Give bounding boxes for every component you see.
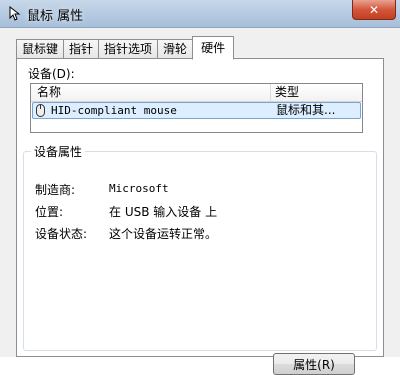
close-icon: ✕	[368, 2, 380, 17]
list-item[interactable]: HID-compliant mouse 鼠标和其...	[32, 102, 361, 119]
manufacturer-label: 制造商:	[35, 183, 76, 197]
tab-wheel[interactable]: 滑轮	[158, 39, 194, 58]
devices-label: 设备(D):	[28, 67, 75, 81]
title-bar[interactable]: 鼠标 属性 ✕	[0, 0, 400, 28]
hardware-panel: 设备(D): 名称 类型 HID-compliant mouse 鼠标和其...…	[16, 58, 384, 375]
manufacturer-value: Microsoft	[109, 182, 169, 195]
location-value: 在 USB 输入设备 上	[109, 205, 218, 219]
tab-buttons[interactable]: 鼠标键	[16, 39, 65, 58]
location-label: 位置:	[35, 205, 64, 219]
device-name: HID-compliant mouse	[51, 104, 177, 117]
device-type: 鼠标和其...	[276, 103, 336, 117]
devices-list[interactable]: 名称 类型 HID-compliant mouse 鼠标和其...	[30, 83, 363, 133]
group-title: 设备属性	[31, 143, 86, 160]
device-properties-group	[23, 151, 377, 351]
tab-strip: 鼠标键 指针 指针选项 滑轮 硬件	[16, 36, 235, 60]
column-header-type[interactable]: 类型	[271, 84, 362, 101]
tab-pointers[interactable]: 指针	[64, 39, 100, 58]
mouse-device-icon	[36, 104, 45, 117]
list-header: 名称 类型	[31, 84, 362, 102]
tab-pointer-options[interactable]: 指针选项	[99, 39, 159, 58]
column-header-name[interactable]: 名称	[31, 84, 271, 101]
status-value: 这个设备运转正常。	[109, 227, 218, 241]
dialog-body: 鼠标键 指针 指针选项 滑轮 硬件 设备(D): 名称 类型 HID-compl…	[0, 28, 400, 375]
mouse-icon	[9, 5, 21, 21]
tab-hardware[interactable]: 硬件	[192, 36, 235, 60]
status-label: 设备状态:	[35, 227, 88, 241]
properties-button[interactable]: 属性(R)	[273, 353, 355, 375]
close-button[interactable]: ✕	[352, 0, 396, 20]
window-title: 鼠标 属性	[27, 9, 84, 24]
